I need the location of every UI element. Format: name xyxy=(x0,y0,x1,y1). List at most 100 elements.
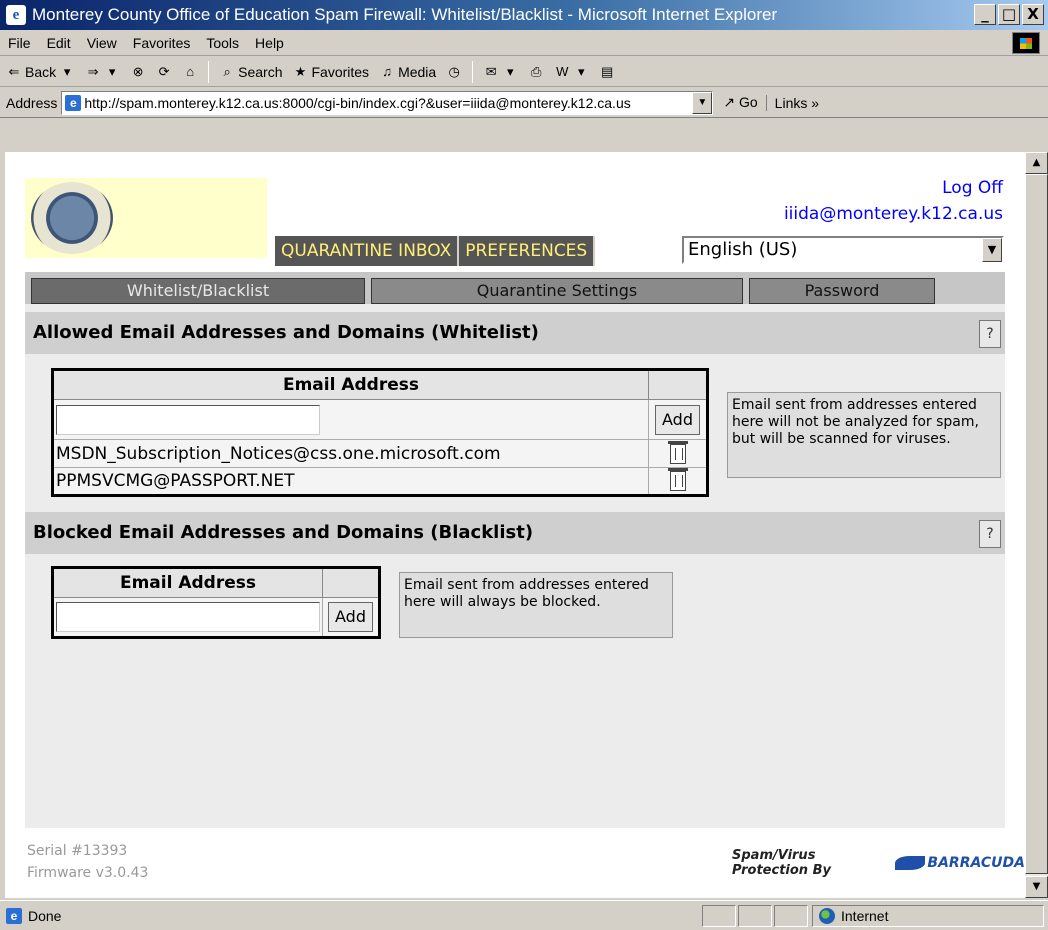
delete-cell xyxy=(648,467,708,496)
whitelist-action-header xyxy=(648,369,708,400)
stop-button[interactable]: ⊗ xyxy=(130,64,146,80)
menu-tools[interactable]: Tools xyxy=(198,35,247,51)
edit-button[interactable]: W ▾ xyxy=(554,64,589,80)
go-button[interactable]: ↗ Go xyxy=(723,94,757,111)
main-nav: QUARANTINE INBOX PREFERENCES xyxy=(275,236,596,266)
delete-cell xyxy=(648,439,708,468)
device-info: Serial #13393 Firmware v3.0.43 xyxy=(27,840,148,884)
vertical-scrollbar[interactable]: ▲ ▼ xyxy=(1025,152,1048,898)
county-seal-logo xyxy=(31,182,113,254)
scroll-up-icon[interactable]: ▲ xyxy=(1025,152,1048,174)
blacklist-table: Email Address Add xyxy=(51,566,381,639)
media-button[interactable]: ♫ Media xyxy=(379,64,436,80)
language-select[interactable]: English (US) ▼ xyxy=(682,236,1004,264)
address-input[interactable]: e http://spam.monterey.k12.ca.us:8000/cg… xyxy=(61,90,714,115)
status-cell xyxy=(774,904,808,927)
serial-number: Serial #13393 xyxy=(27,843,128,859)
blacklist-email-input[interactable] xyxy=(56,602,320,632)
discuss-icon: ▤ xyxy=(601,63,614,79)
zone-label: Internet xyxy=(841,907,889,924)
toolbar-separator xyxy=(208,60,210,83)
history-icon: ◷ xyxy=(448,63,460,79)
logoff-link[interactable]: Log Off xyxy=(942,178,1003,198)
trash-icon[interactable] xyxy=(667,440,688,464)
mail-icon: ✉ xyxy=(485,63,497,79)
status-bar: e Done Internet xyxy=(0,900,1048,930)
nav-quarantine-inbox[interactable]: QUARANTINE INBOX xyxy=(275,236,460,266)
whitelist-heading: Allowed Email Addresses and Domains (Whi… xyxy=(25,312,1005,354)
language-value: English (US) xyxy=(688,239,798,260)
print-icon: ⎙ xyxy=(531,63,542,79)
nav-preferences[interactable]: PREFERENCES xyxy=(459,236,596,266)
whitelist-help-button[interactable]: ? xyxy=(979,320,1001,348)
scroll-down-icon[interactable]: ▼ xyxy=(1025,876,1048,898)
forward-button[interactable]: ⇒ ▾ xyxy=(85,64,120,80)
close-button[interactable]: X xyxy=(1022,4,1044,25)
back-label: Back xyxy=(25,63,57,80)
blacklist-column-header: Email Address xyxy=(52,567,323,598)
page-icon: e xyxy=(6,907,22,924)
menu-view[interactable]: View xyxy=(79,35,125,51)
word-icon: W xyxy=(556,63,569,79)
whitelist-input-cell xyxy=(52,399,649,440)
status-cell xyxy=(702,904,736,927)
whitelist-add-button[interactable]: Add xyxy=(655,404,700,435)
scroll-thumb[interactable] xyxy=(1025,174,1048,874)
search-button[interactable]: ⌕ Search xyxy=(219,64,282,80)
chevron-down-icon: ▾ xyxy=(506,63,514,79)
media-label: Media xyxy=(398,63,437,80)
window-controls: _ □ X xyxy=(974,4,1044,25)
standard-toolbar: ⇐ Back ▾ ⇒ ▾ ⊗ ⟳ ⌂ ⌕ Search ★ Favorites … xyxy=(0,57,1048,87)
security-zone: Internet xyxy=(812,904,1044,927)
favorites-icon: ★ xyxy=(294,63,307,79)
discuss-button[interactable]: ▤ xyxy=(599,64,615,80)
trash-icon[interactable] xyxy=(667,468,688,491)
back-button[interactable]: ⇐ Back ▾ xyxy=(6,64,75,80)
search-icon: ⌕ xyxy=(223,63,231,79)
status-text-area: e Done xyxy=(0,907,700,924)
barracuda-swoosh-icon xyxy=(895,856,926,870)
stop-icon: ⊗ xyxy=(132,63,144,79)
back-arrow-icon: ⇐ xyxy=(8,63,20,79)
print-button[interactable]: ⎙ xyxy=(528,64,544,80)
menu-help[interactable]: Help xyxy=(247,35,292,51)
menu-file[interactable]: File xyxy=(0,35,39,51)
refresh-icon: ⟳ xyxy=(158,63,170,79)
firmware-version: Firmware v3.0.43 xyxy=(27,865,149,881)
preferences-panel: Whitelist/Blacklist Quarantine Settings … xyxy=(25,272,1005,828)
favorites-button[interactable]: ★ Favorites xyxy=(292,64,369,80)
browser-viewport: Log Off iiida@monterey.k12.ca.us QUARANT… xyxy=(5,152,1025,898)
barracuda-logo[interactable]: BARRACUDA xyxy=(895,855,1025,871)
whitelist-email-input[interactable] xyxy=(56,404,320,435)
mail-button[interactable]: ✉ ▾ xyxy=(483,64,518,80)
status-text: Done xyxy=(28,907,62,924)
blacklist-add-cell: Add xyxy=(322,597,380,638)
refresh-button[interactable]: ⟳ xyxy=(156,64,172,80)
tab-quarantine-settings[interactable]: Quarantine Settings xyxy=(371,278,743,304)
blacklist-add-button[interactable]: Add xyxy=(328,602,373,632)
table-row: PPMSVCMG@PASSPORT.NET xyxy=(52,467,649,496)
blacklist-input-cell xyxy=(52,597,323,638)
history-button[interactable]: ◷ xyxy=(446,64,462,80)
blacklist-note: Email sent from addresses entered here w… xyxy=(399,572,673,638)
barracuda-brand: BARRACUDA xyxy=(927,855,1025,871)
window-title-bar: e Monterey County Office of Education Sp… xyxy=(0,0,1048,30)
tab-password[interactable]: Password xyxy=(749,278,935,304)
org-logo-area xyxy=(25,178,267,258)
address-dropdown-icon[interactable]: ▼ xyxy=(692,91,713,114)
go-arrow-icon: ↗ xyxy=(723,94,736,110)
tab-whitelist-blacklist[interactable]: Whitelist/Blacklist xyxy=(31,278,365,304)
menu-edit[interactable]: Edit xyxy=(39,35,79,51)
menu-favorites[interactable]: Favorites xyxy=(125,35,199,51)
window-title: Monterey County Office of Education Spam… xyxy=(32,5,778,24)
chevron-down-icon[interactable]: ▼ xyxy=(982,238,1002,262)
links-button[interactable]: Links » xyxy=(765,94,819,111)
maximize-button[interactable]: □ xyxy=(998,4,1020,25)
chevron-down-icon: ▾ xyxy=(577,63,585,79)
home-button[interactable]: ⌂ xyxy=(182,64,198,80)
blacklist-title: Blocked Email Addresses and Domains (Bla… xyxy=(33,522,534,543)
minimize-button[interactable]: _ xyxy=(974,4,996,25)
blacklist-help-button[interactable]: ? xyxy=(979,520,1001,548)
chevron-down-icon: ▾ xyxy=(108,63,116,79)
blacklist-action-header xyxy=(322,567,380,598)
